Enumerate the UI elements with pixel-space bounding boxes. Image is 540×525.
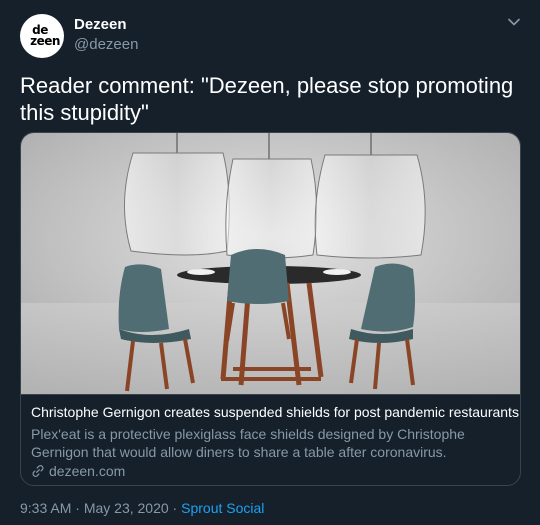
tweet: de zeen Dezeen @dezeen Reader comment: "… bbox=[0, 0, 540, 525]
card-description: Plex'eat is a protective plexiglass face… bbox=[31, 426, 465, 460]
chevron-down-icon[interactable] bbox=[506, 14, 522, 30]
tweet-date[interactable]: May 23, 2020 bbox=[84, 500, 169, 516]
card-image[interactable] bbox=[21, 133, 520, 394]
tweet-meta: 9:33 AM · May 23, 2020 · Sprout Social bbox=[20, 500, 264, 516]
meta-separator: · bbox=[71, 500, 84, 516]
tweet-source[interactable]: Sprout Social bbox=[181, 500, 264, 516]
card-domain-label: dezeen.com bbox=[49, 463, 126, 479]
display-name[interactable]: Dezeen bbox=[74, 16, 127, 33]
card-title[interactable]: Christophe Gernigon creates suspended sh… bbox=[31, 404, 519, 420]
link-icon bbox=[32, 465, 44, 477]
card-domain[interactable]: dezeen.com bbox=[31, 463, 125, 479]
avatar[interactable]: de zeen bbox=[20, 14, 64, 58]
card-body[interactable]: Christophe Gernigon creates suspended sh… bbox=[21, 394, 520, 485]
user-handle[interactable]: @dezeen bbox=[74, 36, 138, 53]
link-card[interactable]: Christophe Gernigon creates suspended sh… bbox=[20, 132, 521, 486]
tweet-time[interactable]: 9:33 AM bbox=[20, 500, 71, 516]
avatar-logo-line2: zeen bbox=[30, 34, 60, 48]
tweet-text: Reader comment: "Dezeen, please stop pro… bbox=[20, 73, 514, 125]
meta-separator: · bbox=[168, 500, 182, 516]
